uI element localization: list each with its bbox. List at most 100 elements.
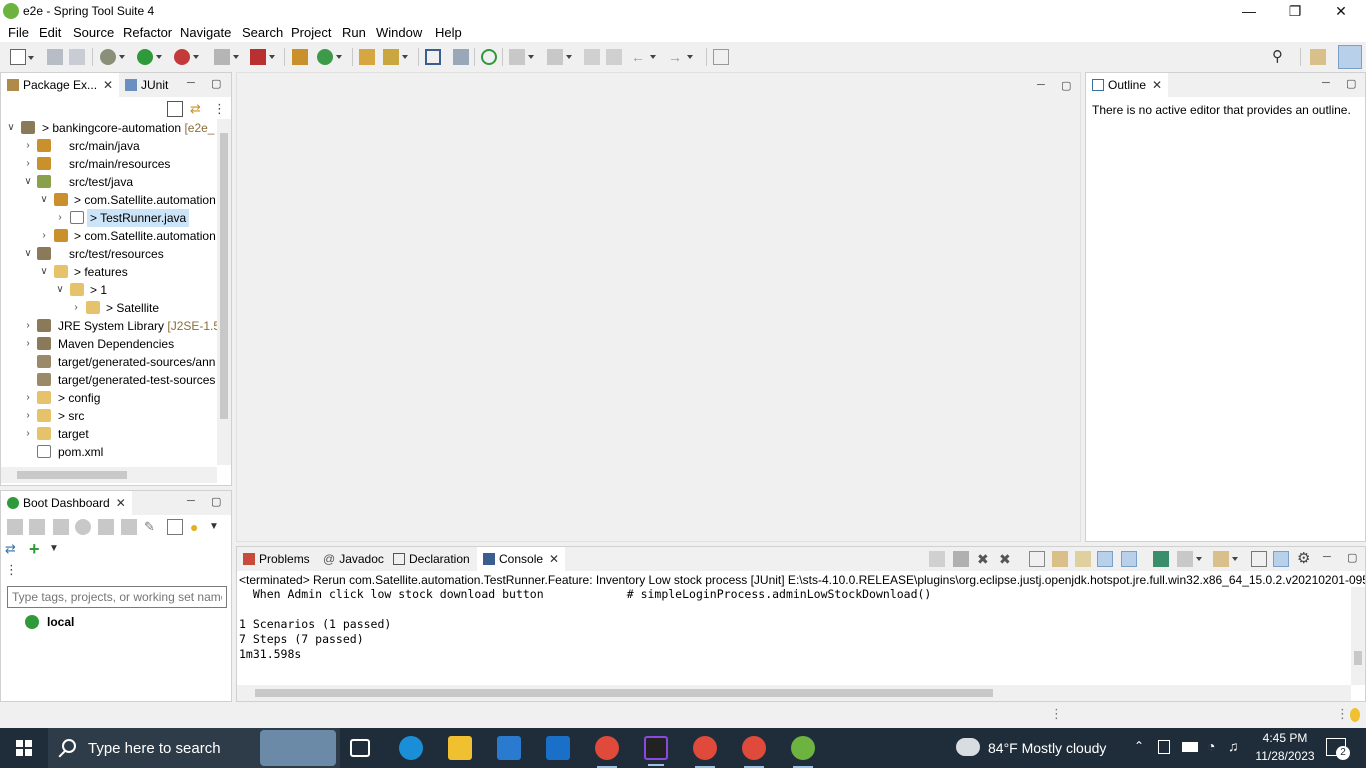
taskbar-search[interactable]: Type here to search (48, 728, 340, 768)
collapse-icon[interactable]: › (22, 317, 34, 335)
battery-icon[interactable] (1182, 742, 1198, 752)
ansi-color-icon[interactable] (1273, 551, 1289, 567)
weather-text[interactable]: 84°F Mostly cloudy (988, 740, 1106, 756)
menu-project[interactable]: Project (291, 25, 331, 40)
debug-icon[interactable] (100, 49, 125, 65)
add-dropdown-icon[interactable]: ▼ (49, 541, 65, 557)
minimize-editor-icon[interactable]: ─ (1037, 79, 1045, 91)
clock-time[interactable]: 4:45 PM (1252, 731, 1318, 745)
file-explorer-icon[interactable] (448, 736, 472, 760)
collapse-icon[interactable]: › (22, 389, 34, 407)
new-java-project-icon[interactable] (292, 49, 308, 65)
weather-cloud-icon[interactable] (956, 738, 980, 756)
mail-icon[interactable] (546, 736, 570, 760)
collapse-all-icon[interactable] (167, 101, 183, 117)
clock-date[interactable]: 11/28/2023 (1252, 749, 1318, 763)
show-on-stdout-icon[interactable] (1097, 551, 1113, 567)
console-output[interactable]: When Admin click low stock download butt… (237, 587, 1351, 685)
pin-console-icon[interactable] (1153, 551, 1169, 567)
menu-run[interactable]: Run (342, 25, 366, 40)
tree-horizontal-scrollbar[interactable] (1, 467, 217, 483)
volume-icon[interactable]: ♫ (1228, 738, 1239, 754)
remove-all-icon[interactable]: ✖ (999, 551, 1015, 567)
console-settings-icon[interactable] (1251, 551, 1267, 567)
expand-icon[interactable]: ∨ (38, 191, 50, 209)
close-button[interactable]: ✕ (1318, 0, 1364, 22)
back-icon[interactable]: ← (631, 49, 656, 65)
layout-icon[interactable]: ⇄ (5, 541, 21, 557)
tab-boot-dashboard[interactable]: Boot Dashboard ✕ (1, 491, 132, 515)
expand-icon[interactable]: ∨ (54, 281, 66, 299)
expose-icon[interactable] (121, 519, 137, 535)
close-tab-icon[interactable]: ✕ (116, 496, 126, 510)
intellij-icon[interactable] (644, 736, 668, 766)
maximize-editor-icon[interactable]: ▢ (1061, 79, 1071, 92)
task-view-icon[interactable] (350, 739, 370, 757)
new-class-icon[interactable] (317, 49, 342, 65)
open-console-icon[interactable] (1213, 551, 1238, 567)
menu-search[interactable]: Search (242, 25, 283, 40)
expand-icon[interactable]: ∨ (22, 245, 34, 263)
open-type-icon[interactable] (359, 49, 375, 65)
add-icon[interactable]: + (29, 540, 45, 558)
coverage-icon[interactable] (174, 49, 199, 65)
minimize-view-icon[interactable]: ─ (187, 77, 195, 89)
forward-icon[interactable]: → (668, 49, 693, 65)
open-browser-icon[interactable] (75, 519, 91, 535)
collapse-icon[interactable]: › (22, 155, 34, 173)
scroll-lock-icon[interactable] (1052, 551, 1068, 567)
tab-outline[interactable]: Outline ✕ (1086, 73, 1169, 97)
close-tab-icon[interactable]: ✕ (549, 552, 559, 566)
spring-boot-icon[interactable] (481, 49, 497, 65)
menu-refactor[interactable]: Refactor (123, 25, 172, 40)
menu-help[interactable]: Help (435, 25, 462, 40)
display-console-icon[interactable] (1177, 551, 1202, 567)
edge-icon[interactable] (399, 736, 423, 760)
chrome-profile-2-icon[interactable] (742, 736, 766, 768)
word-wrap-icon[interactable] (1075, 551, 1091, 567)
collapse-icon[interactable]: › (22, 407, 34, 425)
run-icon[interactable] (137, 49, 162, 65)
previous-annotation-icon[interactable] (547, 49, 572, 65)
tab-package-explorer[interactable]: Package Ex... ✕ (1, 73, 119, 97)
menu-window[interactable]: Window (376, 25, 422, 40)
next-annotation-icon[interactable] (509, 49, 534, 65)
relaunch-icon[interactable] (929, 551, 945, 567)
chrome-icon[interactable] (595, 736, 619, 768)
minimize-view-icon[interactable]: ─ (1322, 77, 1330, 89)
maximize-view-icon[interactable]: ▢ (211, 495, 221, 508)
stop-app-icon[interactable] (53, 519, 69, 535)
expand-icon[interactable]: ∨ (22, 173, 34, 191)
stop-icon[interactable] (214, 49, 239, 65)
restore-button[interactable]: ❐ (1272, 0, 1318, 22)
store-icon[interactable] (497, 736, 521, 760)
clear-console-icon[interactable] (1029, 551, 1045, 567)
expand-icon[interactable]: ∨ (5, 119, 17, 137)
minimize-view-icon[interactable]: ─ (187, 495, 195, 507)
collapse-icon[interactable]: › (22, 137, 34, 155)
pin-editor-icon[interactable] (713, 49, 729, 65)
save-all-icon[interactable] (69, 49, 85, 65)
open-task-icon[interactable] (383, 49, 408, 65)
console-vertical-scrollbar[interactable] (1351, 587, 1365, 685)
open-console-icon[interactable] (98, 519, 114, 535)
last-edit-icon[interactable] (584, 49, 600, 65)
tab-javadoc[interactable]: @ Javadoc (317, 547, 390, 571)
chrome-profile-icon[interactable] (693, 736, 717, 768)
terminate-icon[interactable] (953, 551, 969, 567)
view-menu-icon[interactable]: ⋮ (213, 101, 229, 117)
terminal-icon[interactable] (425, 49, 441, 65)
minimize-button[interactable]: — (1226, 0, 1272, 22)
show-hidden-icons-icon[interactable]: ⌃ (1134, 739, 1144, 753)
table-icon[interactable] (167, 519, 183, 535)
more-options-icon[interactable]: ⋮ (5, 562, 21, 578)
open-perspective-icon[interactable] (1310, 49, 1326, 65)
tab-declaration[interactable]: Declaration (387, 547, 476, 571)
quick-access-search-icon[interactable]: ⚲ (1272, 49, 1288, 65)
close-tab-icon[interactable]: ✕ (1152, 78, 1162, 92)
new-icon[interactable] (10, 49, 34, 65)
spring-perspective-icon[interactable] (1338, 45, 1362, 69)
maximize-view-icon[interactable]: ▢ (1346, 77, 1356, 90)
collapse-icon[interactable]: › (70, 299, 82, 317)
windows-start-icon[interactable] (16, 740, 32, 756)
